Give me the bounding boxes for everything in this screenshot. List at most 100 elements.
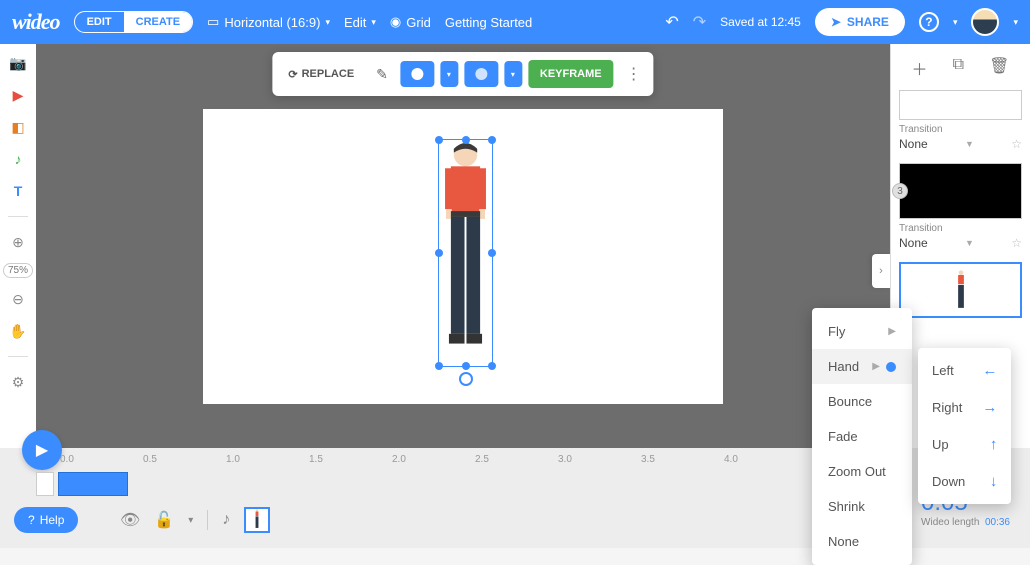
menu-item-hand[interactable]: Hand▶ [812, 349, 912, 384]
getting-started-link[interactable]: Getting Started [445, 15, 532, 30]
saved-status: Saved at 12:45 [720, 15, 801, 29]
edit-menu[interactable]: Edit ▾ [344, 15, 376, 30]
fill-color-swatch[interactable] [400, 61, 434, 87]
duplicate-slide-icon[interactable]: ⧉ [953, 56, 964, 80]
edit-icon[interactable]: ✎ [370, 60, 394, 89]
arrow-up-icon: ↑ [990, 436, 998, 453]
length-label: Wideo length [921, 517, 979, 528]
menu-item-bounce[interactable]: Bounce [812, 384, 912, 419]
logo: wideo [12, 9, 60, 35]
undo-icon[interactable]: ↶ [665, 12, 678, 32]
lock-icon[interactable]: 🔓 [154, 510, 174, 530]
play-button[interactable]: ▶ [22, 430, 62, 470]
menu-item-zoomout[interactable]: Zoom Out [812, 454, 912, 489]
camera-icon[interactable]: 📷 [7, 52, 29, 74]
visibility-icon[interactable]: 👁 [120, 510, 140, 530]
chevron-down-icon[interactable]: ▾ [188, 515, 193, 526]
star-icon[interactable]: ☆ [1011, 236, 1022, 250]
pan-icon[interactable]: ✋ [7, 320, 29, 342]
chevron-down-icon[interactable]: ▼ [965, 238, 974, 248]
chevron-down-icon: ▾ [953, 17, 958, 28]
chevron-down-icon[interactable]: ▼ [965, 139, 974, 149]
timeline-clip[interactable] [58, 472, 128, 496]
aspect-dropdown[interactable]: ▭ Horizontal (16:9) ▾ [207, 14, 330, 30]
shapes-icon[interactable]: ◧ [7, 116, 29, 138]
replace-icon: ⟳ [288, 68, 297, 81]
toggle-icon: ◉ [390, 14, 401, 30]
length-value: 00:36 [985, 517, 1010, 528]
help-icon[interactable]: ? [919, 12, 939, 32]
menu-item-shrink[interactable]: Shrink [812, 489, 912, 524]
text-icon[interactable]: T [7, 180, 29, 202]
mode-toggle[interactable]: EDIT CREATE [74, 11, 193, 33]
zoom-in-icon[interactable]: ⊕ [7, 231, 29, 253]
stroke-color-dropdown[interactable]: ▾ [504, 61, 522, 87]
help-button[interactable]: ? Help [14, 507, 78, 533]
resize-handle[interactable] [435, 136, 443, 144]
timeline-clip[interactable] [36, 472, 54, 496]
share-button[interactable]: ➤ SHARE [815, 8, 905, 36]
fill-color-dropdown[interactable]: ▾ [440, 61, 458, 87]
canvas[interactable] [203, 109, 723, 404]
menu-item-fly[interactable]: Fly▶ [812, 314, 912, 349]
timeline-controls: 👁 🔓 ▾ ♪ [120, 507, 270, 533]
resize-handle[interactable] [462, 362, 470, 370]
video-icon[interactable]: ▶ [7, 84, 29, 106]
audio-track-icon[interactable]: ♪ [222, 511, 230, 529]
settings-icon[interactable]: ⚙ [7, 371, 29, 393]
timeline-tracks [36, 472, 128, 496]
edit-menu-label: Edit [344, 15, 366, 30]
sub-item-down[interactable]: Down↓ [918, 463, 1011, 500]
rotate-handle[interactable] [459, 372, 473, 386]
star-icon[interactable]: ☆ [1011, 137, 1022, 151]
arrow-left-icon: ← [982, 362, 997, 379]
canvas-area: ⟳ REPLACE ✎ ▾ ▾ KEYFRAME ⋮ [36, 44, 890, 448]
resize-handle[interactable] [435, 362, 443, 370]
zoom-out-icon[interactable]: ⊖ [7, 288, 29, 310]
help-icon: ? [28, 513, 35, 527]
redo-icon[interactable]: ↷ [693, 12, 706, 32]
selection-box[interactable] [438, 139, 493, 367]
chevron-down-icon: ▾ [325, 17, 330, 28]
resize-handle[interactable] [435, 249, 443, 257]
grid-toggle[interactable]: ◉ Grid [390, 14, 431, 30]
object-toolbar: ⟳ REPLACE ✎ ▾ ▾ KEYFRAME ⋮ [272, 52, 653, 96]
resize-handle[interactable] [488, 249, 496, 257]
animation-menu: Fly▶ Hand▶ Bounce Fade Zoom Out Shrink N… [812, 308, 912, 565]
sub-item-left[interactable]: Left← [918, 352, 1011, 389]
sub-item-up[interactable]: Up↑ [918, 426, 1011, 463]
add-slide-icon[interactable]: ＋ [912, 56, 928, 80]
left-rail: 📷 ▶ ◧ ♪ T ⊕ 75% ⊖ ✋ ⚙ [0, 44, 36, 448]
help-label: Help [40, 513, 65, 527]
menu-item-fade[interactable]: Fade [812, 419, 912, 454]
transition-value[interactable]: None [899, 236, 928, 250]
menu-item-none[interactable]: None [812, 524, 912, 559]
delete-slide-icon[interactable]: 🗑 [989, 56, 1009, 80]
resize-handle[interactable] [462, 136, 470, 144]
avatar[interactable] [971, 8, 999, 36]
resize-handle[interactable] [488, 136, 496, 144]
slide-thumb[interactable] [899, 90, 1022, 120]
keyframe-button[interactable]: KEYFRAME [528, 60, 614, 88]
stroke-color-swatch[interactable] [464, 61, 498, 87]
clip-thumbnail[interactable] [244, 507, 270, 533]
sub-item-right[interactable]: Right→ [918, 389, 1011, 426]
mode-create[interactable]: CREATE [124, 12, 192, 32]
submenu-arrow-icon: ▶ [872, 361, 880, 372]
transition-value[interactable]: None [899, 137, 928, 151]
slide-thumb-active[interactable] [899, 262, 1022, 318]
expand-panel-tab[interactable]: › [872, 254, 890, 288]
mode-edit[interactable]: EDIT [75, 12, 124, 32]
slide-thumb[interactable]: 3 [899, 163, 1022, 219]
replace-button[interactable]: ⟳ REPLACE [278, 62, 364, 87]
direction-submenu: Left← Right→ Up↑ Down↓ [918, 348, 1011, 504]
submenu-arrow-icon: ▶ [888, 326, 896, 337]
music-icon[interactable]: ♪ [7, 148, 29, 170]
aspect-label: Horizontal (16:9) [224, 15, 320, 30]
chevron-down-icon: ▾ [371, 17, 376, 28]
zoom-level[interactable]: 75% [3, 263, 33, 278]
share-icon: ➤ [831, 15, 841, 29]
more-icon[interactable]: ⋮ [620, 58, 648, 90]
resize-handle[interactable] [488, 362, 496, 370]
transition-label: Transition [899, 124, 1022, 135]
